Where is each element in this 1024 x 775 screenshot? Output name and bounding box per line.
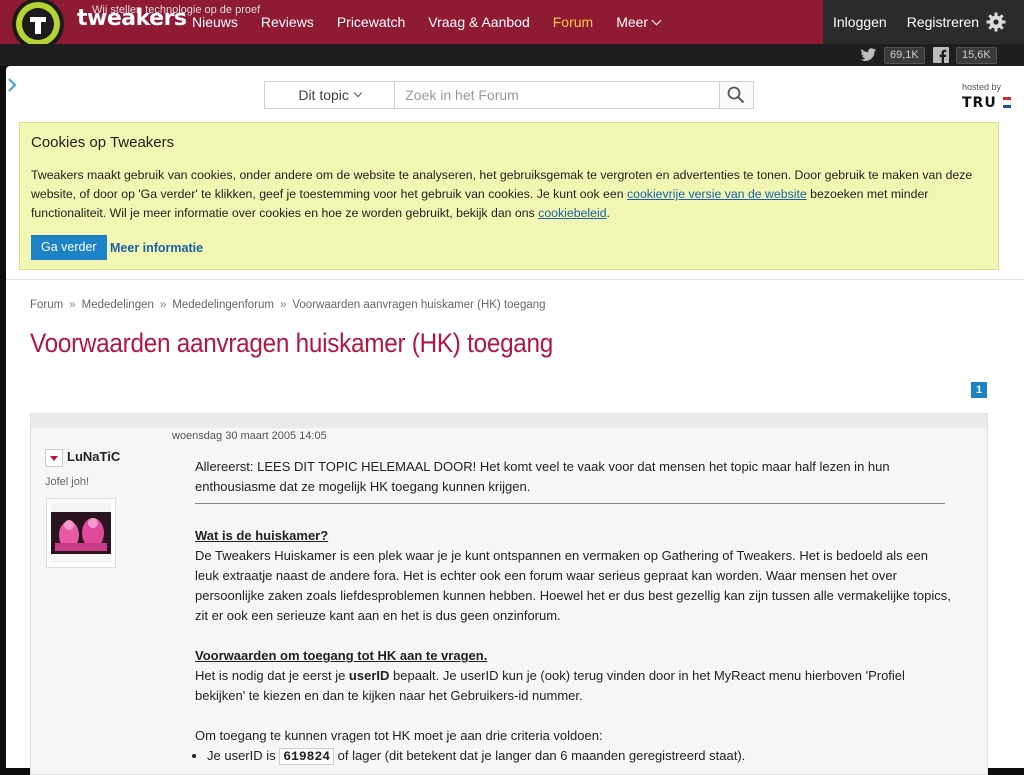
nav-item-vraag-aanbod[interactable]: Vraag & Aanbod bbox=[428, 0, 529, 44]
chevron-down-icon bbox=[651, 15, 662, 26]
nav-item-pricewatch[interactable]: Pricewatch bbox=[337, 0, 405, 44]
cookie-text-part: . bbox=[606, 206, 610, 220]
pagination-page-1[interactable]: 1 bbox=[971, 382, 987, 398]
breadcrumb: Forum » Mededelingen » Mededelingenforum » Voo… bbox=[30, 299, 546, 311]
breadcrumb-mededelingenforum[interactable]: Mededelingenforum bbox=[172, 299, 274, 311]
tweakers-logo-icon[interactable] bbox=[6, 0, 70, 44]
accept-cookies-button[interactable]: Ga verder bbox=[31, 235, 107, 260]
breadcrumb-mededelingen[interactable]: Mededelingen bbox=[82, 299, 154, 311]
nav-item-meer-label: Meer bbox=[616, 14, 649, 30]
post-paragraph: Om toegang te kunnen vragen tot HK moet … bbox=[195, 728, 603, 743]
post-header-strip bbox=[31, 414, 987, 428]
list-item: Je userID is 619824 of lager (dit beteke… bbox=[207, 746, 955, 767]
nav-item-meer[interactable]: Meer bbox=[616, 0, 662, 44]
criteria-list: Je userID is 619824 of lager (dit beteke… bbox=[195, 746, 955, 767]
cookie-free-version-link[interactable]: cookievrije versie van de website bbox=[627, 187, 807, 201]
chevron-right-icon[interactable] bbox=[6, 76, 18, 94]
breadcrumb-forum[interactable]: Forum bbox=[30, 299, 63, 311]
twitter-icon[interactable] bbox=[860, 48, 877, 62]
post-heading-huiskamer: Wat is de huiskamer? bbox=[195, 528, 329, 543]
nav-item-forum[interactable]: Forum bbox=[553, 0, 593, 44]
cookie-policy-link[interactable]: cookiebeleid bbox=[538, 206, 606, 220]
user-menu-toggle[interactable] bbox=[45, 449, 63, 467]
register-link[interactable]: Registreren bbox=[907, 0, 979, 44]
tagline: Wij stellen technologie op de proef bbox=[92, 4, 261, 16]
divider bbox=[195, 503, 945, 504]
page-title: Voorwaarden aanvragen huiskamer (HK) toe… bbox=[30, 328, 554, 358]
cookie-banner-text: Tweakers maakt gebruik van cookies, onde… bbox=[31, 166, 981, 223]
more-information-link[interactable]: Meer informatie bbox=[110, 241, 203, 255]
breadcrumb-separator: » bbox=[69, 299, 76, 311]
facebook-icon[interactable] bbox=[933, 47, 949, 63]
post-author[interactable]: LuNaTiC bbox=[67, 449, 120, 464]
cookie-banner: Cookies op Tweakers Tweakers maakt gebru… bbox=[19, 122, 999, 270]
forum-search: Dit topic bbox=[264, 81, 754, 109]
post-heading-voorwaarden: Voorwaarden om toegang tot HK aan te vra… bbox=[195, 648, 488, 663]
post-text-bold: userID bbox=[348, 668, 390, 683]
twitter-follower-count: 69,1K bbox=[884, 47, 925, 64]
triangle-down-icon bbox=[50, 456, 58, 461]
search-scope-dropdown[interactable]: Dit topic bbox=[265, 82, 396, 108]
breadcrumb-current-topic[interactable]: Voorwaarden aanvragen huiskamer (HK) toe… bbox=[292, 299, 545, 311]
post-paragraph: De Tweakers Huiskamer is een plek waar j… bbox=[195, 548, 951, 623]
nav-item-reviews[interactable]: Reviews bbox=[261, 0, 314, 44]
post-text: Je userID is bbox=[207, 748, 280, 763]
hosting-flag-icon bbox=[1003, 97, 1011, 109]
chevron-down-icon bbox=[353, 88, 363, 98]
breadcrumb-separator: » bbox=[159, 299, 167, 311]
auth-links: Inloggen Registreren bbox=[833, 0, 999, 44]
main-navigation: Nieuws Reviews Pricewatch Vraag & Aanbod… bbox=[192, 0, 683, 44]
search-icon bbox=[727, 86, 745, 104]
post-date: woensdag 30 maart 2005 14:05 bbox=[172, 430, 327, 442]
userid-code: 619824 bbox=[279, 748, 335, 765]
search-input[interactable] bbox=[395, 82, 719, 108]
avatar-image bbox=[51, 503, 111, 563]
search-button[interactable] bbox=[718, 82, 753, 108]
avatar[interactable] bbox=[46, 498, 116, 568]
post-text: of lager (dit betekent dat je langer dan… bbox=[334, 748, 746, 763]
gear-icon[interactable] bbox=[986, 12, 1006, 32]
post-text: Het is nodig dat je eerst je bbox=[195, 668, 349, 683]
hosting-provider-logo[interactable]: TRU bbox=[962, 95, 997, 111]
cookie-banner-title: Cookies op Tweakers bbox=[31, 134, 175, 151]
breadcrumb-separator: » bbox=[279, 299, 287, 311]
post-paragraph-userid: Het is nodig dat je eerst je userID bepa… bbox=[195, 666, 955, 706]
login-link[interactable]: Inloggen bbox=[833, 0, 887, 44]
hosted-by-label: hosted by bbox=[962, 82, 1002, 92]
post-body: Allereerst: LEES DIT TOPIC HELEMAAL DOOR… bbox=[195, 457, 955, 767]
post-author-title: Jofel joh! bbox=[45, 476, 90, 488]
divider bbox=[6, 279, 1024, 280]
post-intro: Allereerst: LEES DIT TOPIC HELEMAAL DOOR… bbox=[195, 459, 890, 494]
facebook-like-count: 15,6K bbox=[956, 47, 997, 64]
search-scope-label: Dit topic bbox=[298, 87, 349, 103]
